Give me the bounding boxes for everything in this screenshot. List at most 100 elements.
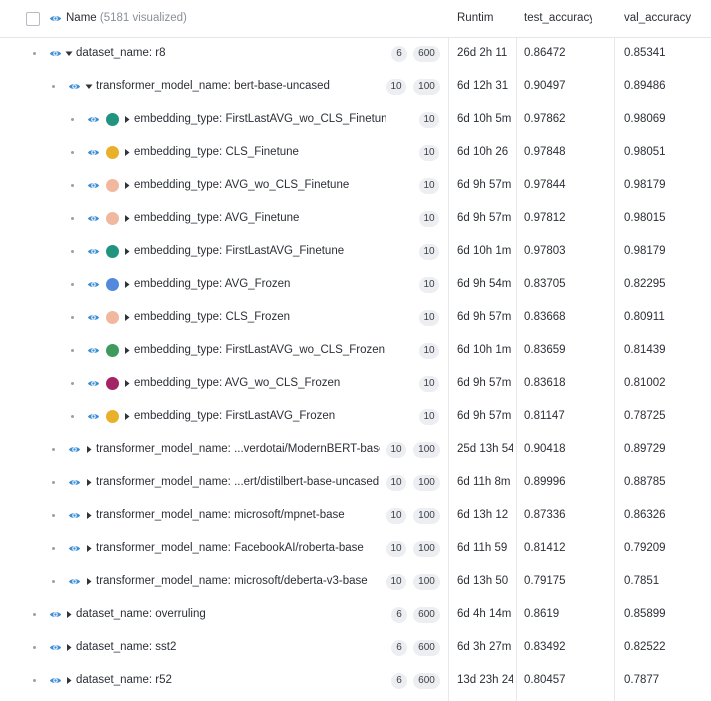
caret-right-icon[interactable] <box>123 346 131 355</box>
row-drag-handle[interactable] <box>33 52 36 55</box>
visibility-eye-icon[interactable] <box>87 279 100 290</box>
caret-right-icon[interactable] <box>123 412 131 421</box>
row-drag-handle[interactable] <box>71 382 74 385</box>
embedding-group-row[interactable]: embedding_type: FirstLastAVG_wo_CLS_Fine… <box>0 103 711 136</box>
run-color-swatch[interactable] <box>106 278 119 291</box>
dataset-group-row[interactable]: dataset_name: r8 6 600 26d 2h 11 0.86472 0.85… <box>0 37 711 70</box>
embedding-group-row[interactable]: embedding_type: AVG_Frozen 10 6d 9h 54m 0.8… <box>0 268 711 301</box>
visibility-eye-icon[interactable] <box>68 477 81 488</box>
test-accuracy-column-header[interactable]: test_accuracy <box>524 0 592 37</box>
caret-right-icon[interactable] <box>123 247 131 256</box>
caret-right-icon[interactable] <box>123 379 131 388</box>
row-drag-handle[interactable] <box>52 481 55 484</box>
run-color-swatch[interactable] <box>106 212 119 225</box>
caret-down-icon[interactable] <box>65 49 73 58</box>
row-drag-handle[interactable] <box>71 250 74 253</box>
row-drag-handle[interactable] <box>52 514 55 517</box>
visibility-eye-icon[interactable] <box>87 246 100 257</box>
visibility-eye-icon[interactable] <box>68 81 81 92</box>
row-drag-handle[interactable] <box>33 646 36 649</box>
row-drag-handle[interactable] <box>33 613 36 616</box>
caret-right-icon[interactable] <box>123 115 131 124</box>
caret-right-icon[interactable] <box>65 676 73 685</box>
row-drag-handle[interactable] <box>33 679 36 682</box>
caret-right-icon[interactable] <box>85 511 93 520</box>
visibility-eye-icon[interactable] <box>87 378 100 389</box>
val-accuracy-column-header[interactable]: val_accuracy <box>624 0 708 37</box>
visibility-eye-icon[interactable] <box>49 48 62 59</box>
row-drag-handle[interactable] <box>52 85 55 88</box>
caret-right-icon[interactable] <box>123 280 131 289</box>
run-color-swatch[interactable] <box>106 113 119 126</box>
val-accuracy-cell: 0.78725 <box>624 410 666 422</box>
embedding-group-row[interactable]: embedding_type: FirstLastAVG_Finetune 10 6… <box>0 235 711 268</box>
run-color-swatch[interactable] <box>106 410 119 423</box>
row-drag-handle[interactable] <box>71 415 74 418</box>
row-drag-handle[interactable] <box>52 448 55 451</box>
caret-right-icon[interactable] <box>123 214 131 223</box>
run-color-swatch[interactable] <box>106 377 119 390</box>
run-color-swatch[interactable] <box>106 245 119 258</box>
visibility-eye-icon[interactable] <box>49 642 62 653</box>
dataset-group-row[interactable]: dataset_name: sst2 6 600 6d 3h 27m 0.83492 0.… <box>0 631 711 664</box>
visibility-eye-icon[interactable] <box>68 444 81 455</box>
embedding-group-row[interactable]: embedding_type: AVG_wo_CLS_Finetune 10 6d … <box>0 169 711 202</box>
row-drag-handle[interactable] <box>71 316 74 319</box>
visibility-eye-icon[interactable] <box>87 345 100 356</box>
name-column-header[interactable]: Name (5181 visualized) <box>66 0 436 37</box>
visibility-eye-icon[interactable] <box>87 114 100 125</box>
visibility-eye-icon[interactable] <box>87 213 100 224</box>
run-color-swatch[interactable] <box>106 146 119 159</box>
row-drag-handle[interactable] <box>71 184 74 187</box>
embedding-group-row[interactable]: embedding_type: AVG_Finetune 10 6d 9h 57m 0… <box>0 202 711 235</box>
visibility-eye-icon[interactable] <box>68 576 81 587</box>
row-drag-handle[interactable] <box>71 151 74 154</box>
caret-right-icon[interactable] <box>65 610 73 619</box>
visibility-eye-icon[interactable] <box>49 609 62 620</box>
group-label: transformer_model_name: ...verdotai/Mode… <box>96 433 380 466</box>
embedding-group-row[interactable]: embedding_type: CLS_Frozen 10 6d 9h 57m 0.8… <box>0 301 711 334</box>
select-all-checkbox[interactable] <box>26 12 40 26</box>
embedding-group-row[interactable]: embedding_type: FirstLastAVG_Frozen 10 6d … <box>0 400 711 433</box>
visibility-eye-icon[interactable] <box>68 543 81 554</box>
row-drag-handle[interactable] <box>52 580 55 583</box>
run-color-swatch[interactable] <box>106 344 119 357</box>
group-key: transformer_model_name: <box>96 80 235 92</box>
model-group-row[interactable]: transformer_model_name: ...ert/distilber… <box>0 466 711 499</box>
visibility-eye-icon[interactable] <box>87 312 100 323</box>
test-accuracy-cell: 0.97844 <box>524 179 566 191</box>
caret-right-icon[interactable] <box>65 643 73 652</box>
row-drag-handle[interactable] <box>71 118 74 121</box>
runtime-column-header[interactable]: Runtim <box>457 0 513 37</box>
visibility-eye-icon[interactable] <box>49 13 62 24</box>
run-color-swatch[interactable] <box>106 179 119 192</box>
model-group-row[interactable]: transformer_model_name: FacebookAI/rober… <box>0 532 711 565</box>
visibility-eye-icon[interactable] <box>87 147 100 158</box>
row-drag-handle[interactable] <box>71 217 74 220</box>
model-group-row[interactable]: transformer_model_name: microsoft/mpnet-… <box>0 499 711 532</box>
model-group-row[interactable]: transformer_model_name: bert-base-uncase… <box>0 70 711 103</box>
row-drag-handle[interactable] <box>71 283 74 286</box>
embedding-group-row[interactable]: embedding_type: AVG_wo_CLS_Frozen 10 6d 9h… <box>0 367 711 400</box>
row-drag-handle[interactable] <box>52 547 55 550</box>
model-group-row[interactable]: transformer_model_name: ...verdotai/Mode… <box>0 433 711 466</box>
caret-right-icon[interactable] <box>123 313 131 322</box>
dataset-group-row[interactable]: dataset_name: r52 6 600 13d 23h 24 0.80457 0.… <box>0 664 711 697</box>
caret-right-icon[interactable] <box>123 148 131 157</box>
row-drag-handle[interactable] <box>71 349 74 352</box>
caret-right-icon[interactable] <box>85 544 93 553</box>
dataset-group-row[interactable]: dataset_name: overruling 6 600 6d 4h 14m 0.8… <box>0 598 711 631</box>
visibility-eye-icon[interactable] <box>87 180 100 191</box>
run-color-swatch[interactable] <box>106 311 119 324</box>
visibility-eye-icon[interactable] <box>87 411 100 422</box>
caret-right-icon[interactable] <box>123 181 131 190</box>
caret-right-icon[interactable] <box>85 478 93 487</box>
caret-right-icon[interactable] <box>85 577 93 586</box>
caret-right-icon[interactable] <box>85 445 93 454</box>
embedding-group-row[interactable]: embedding_type: FirstLastAVG_wo_CLS_Froz… <box>0 334 711 367</box>
visibility-eye-icon[interactable] <box>68 510 81 521</box>
visibility-eye-icon[interactable] <box>49 675 62 686</box>
embedding-group-row[interactable]: embedding_type: CLS_Finetune 10 6d 10h 26 0… <box>0 136 711 169</box>
caret-down-icon[interactable] <box>85 82 93 91</box>
model-group-row[interactable]: transformer_model_name: microsoft/debert… <box>0 565 711 598</box>
